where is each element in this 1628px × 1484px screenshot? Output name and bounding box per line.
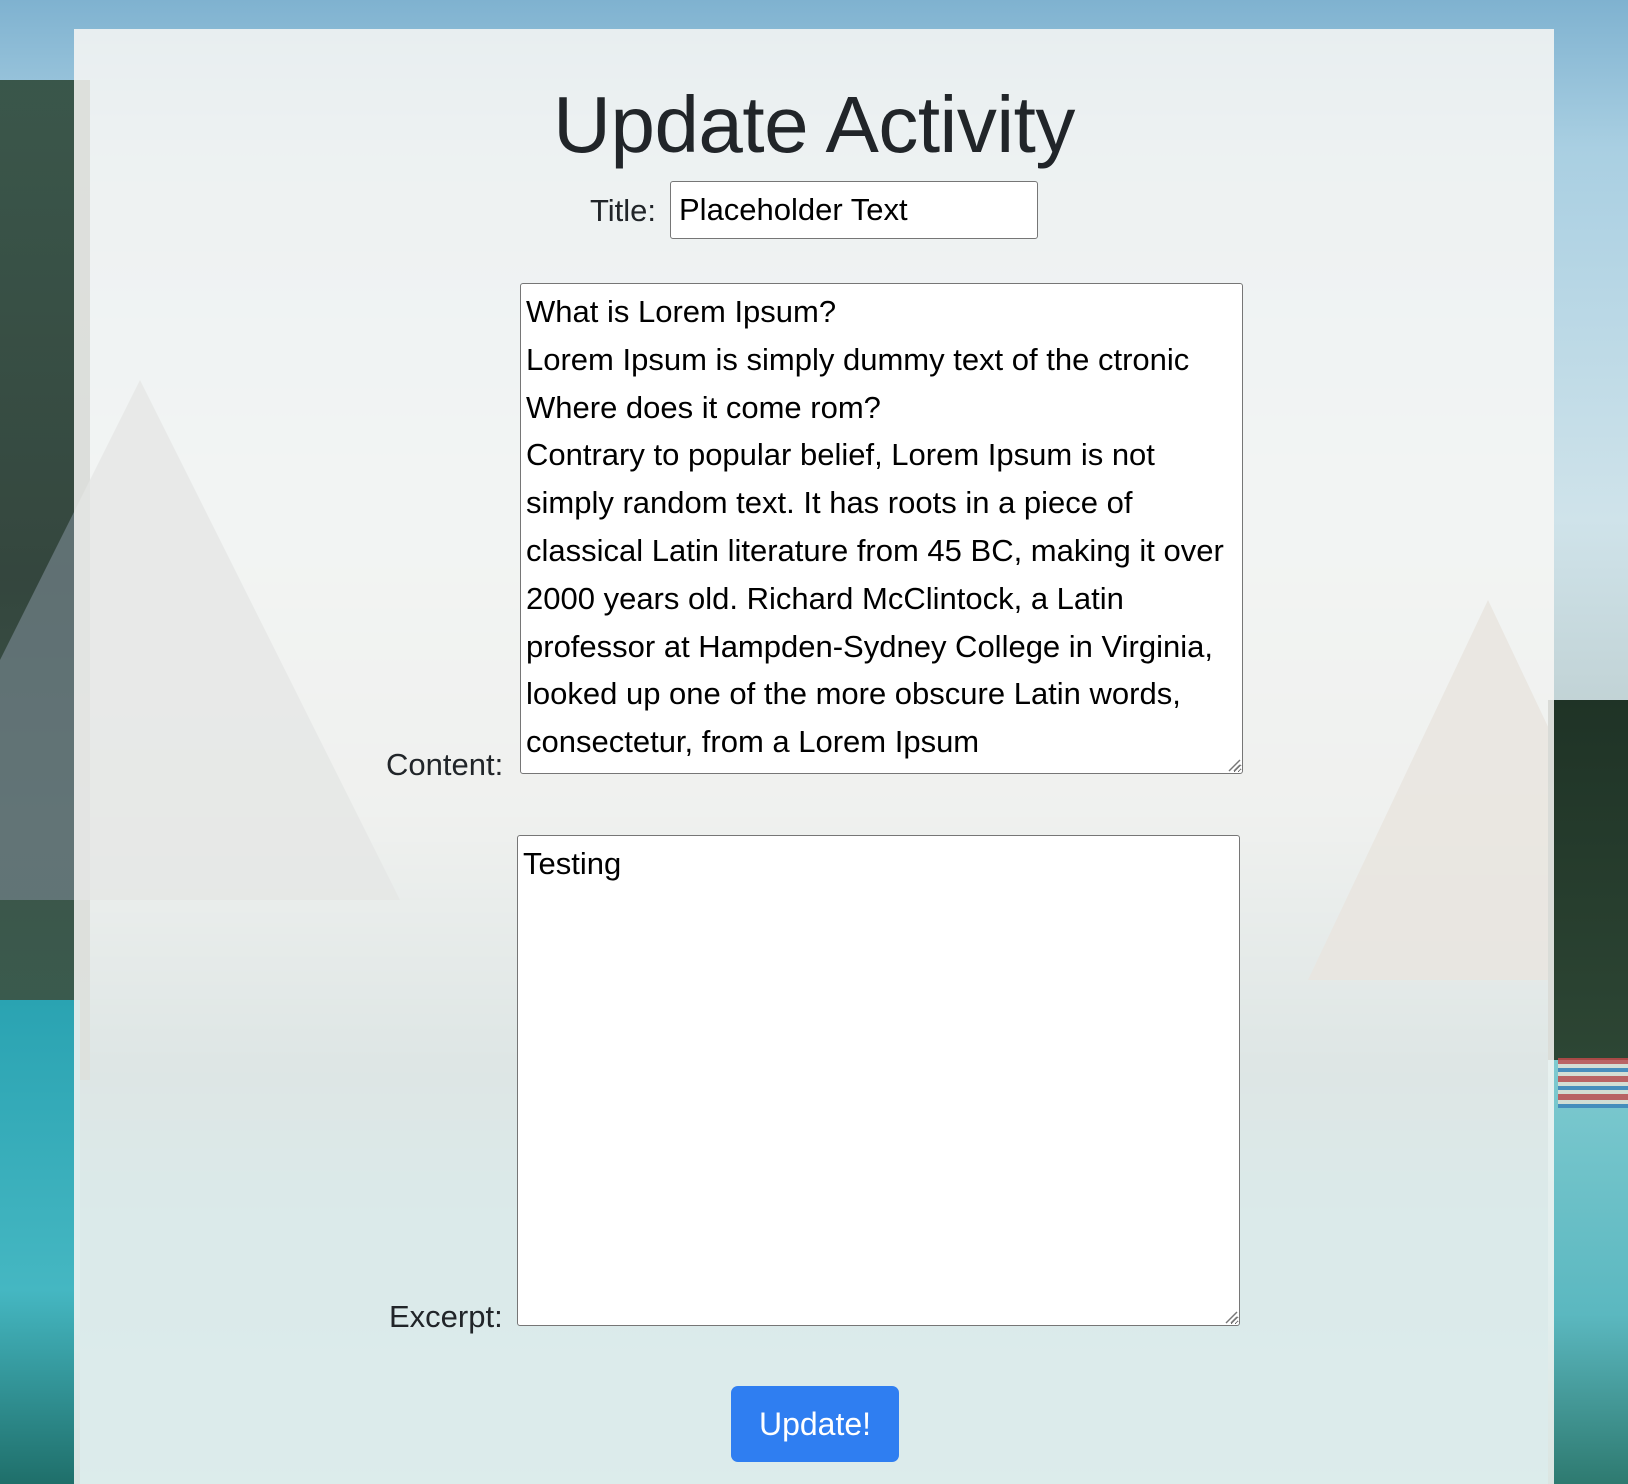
content-label: Content: <box>386 747 504 782</box>
title-input[interactable] <box>670 181 1038 239</box>
excerpt-textarea[interactable]: Testing <box>517 835 1240 1326</box>
background-lake-right <box>1548 1060 1628 1484</box>
title-label: Title: <box>590 193 657 228</box>
content-textarea[interactable]: What is Lorem Ipsum? Lorem Ipsum is simp… <box>520 283 1243 774</box>
background-lake-left <box>0 1000 80 1484</box>
excerpt-label: Excerpt: <box>389 1299 503 1334</box>
background-forest-right <box>1548 700 1628 1060</box>
update-button[interactable]: Update! <box>731 1386 899 1462</box>
page-title: Update Activity <box>553 80 1075 169</box>
update-activity-panel: Update Activity Title: Content: What is … <box>74 29 1554 1484</box>
background-canoes <box>1558 1058 1628 1108</box>
